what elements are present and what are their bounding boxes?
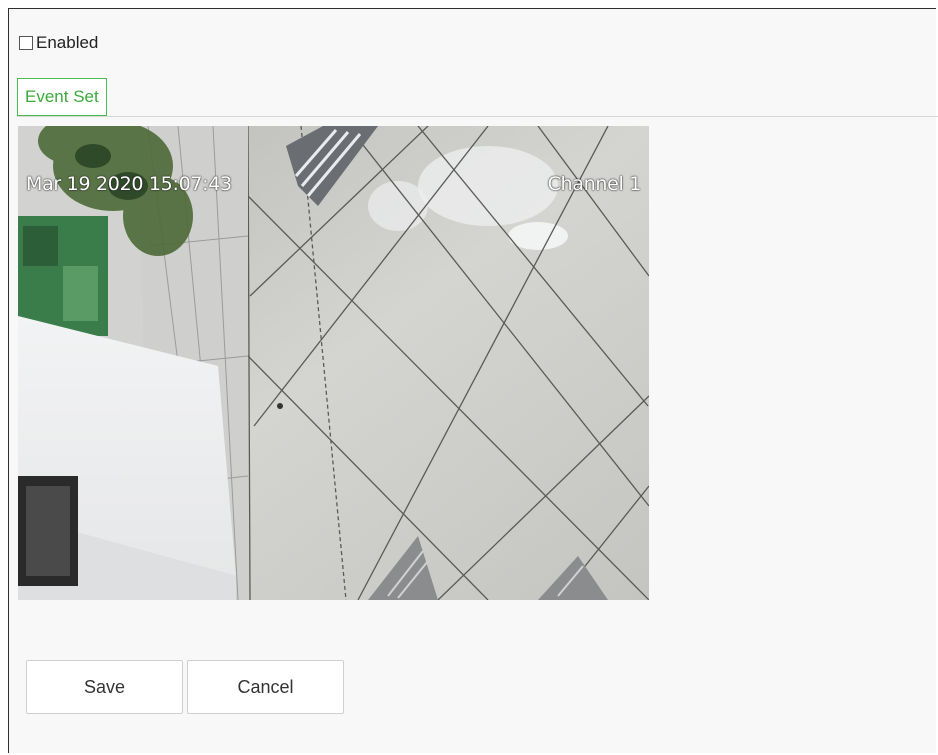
enabled-checkbox[interactable] <box>19 36 33 50</box>
camera-scene <box>18 126 649 600</box>
video-preview: Mar 19 2020 15:07:43 Channel 1 <box>18 126 649 600</box>
cancel-button[interactable]: Cancel <box>187 660 344 714</box>
enabled-label[interactable]: Enabled <box>36 33 98 53</box>
tab-divider <box>17 116 938 117</box>
video-channel-label: Channel 1 <box>547 173 642 195</box>
save-button[interactable]: Save <box>26 660 183 714</box>
video-timestamp: Mar 19 2020 15:07:43 <box>26 173 232 195</box>
enabled-row: Enabled <box>19 33 98 53</box>
tab-event-set[interactable]: Event Set <box>17 78 107 116</box>
